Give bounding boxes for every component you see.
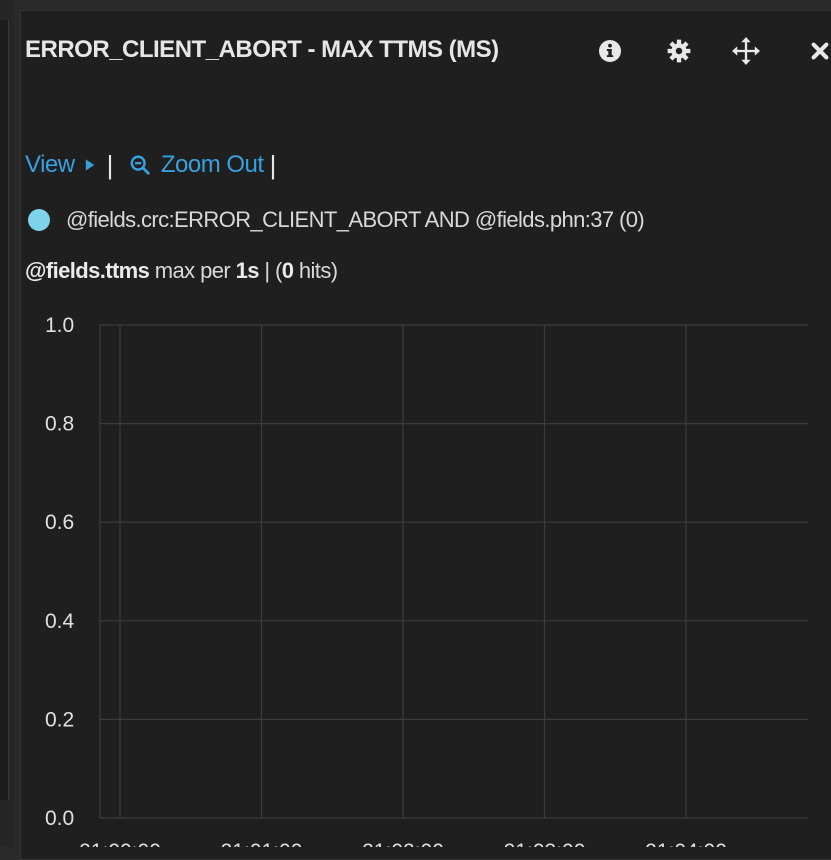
y-tick-label: 0.6 <box>45 511 74 534</box>
y-tick-label: 0.4 <box>45 610 75 633</box>
x-tick-label: 21:03:00 <box>504 840 586 847</box>
x-tick-label: 21:00:00 <box>79 840 161 847</box>
y-tick-label: 0.0 <box>45 807 74 830</box>
x-axis-ticks: 21:00:00 21:01:00 21:02:00 21:03:00 21:04:00 <box>79 840 727 847</box>
histogram-chart[interactable]: 1.0 0.8 0.6 0.4 0.2 0.0 21:00:00 21:01:00 21:02… <box>0 0 831 847</box>
x-tick-label: 21:02:00 <box>362 840 444 847</box>
chart-grid <box>99 324 808 819</box>
y-axis-ticks: 1.0 0.8 0.6 0.4 0.2 0.0 <box>45 314 75 830</box>
x-tick-label: 21:04:00 <box>645 840 727 847</box>
y-tick-label: 0.8 <box>45 413 74 436</box>
x-tick-label: 21:01:00 <box>221 840 303 847</box>
y-tick-label: 0.2 <box>45 708 74 731</box>
y-tick-label: 1.0 <box>45 314 74 337</box>
